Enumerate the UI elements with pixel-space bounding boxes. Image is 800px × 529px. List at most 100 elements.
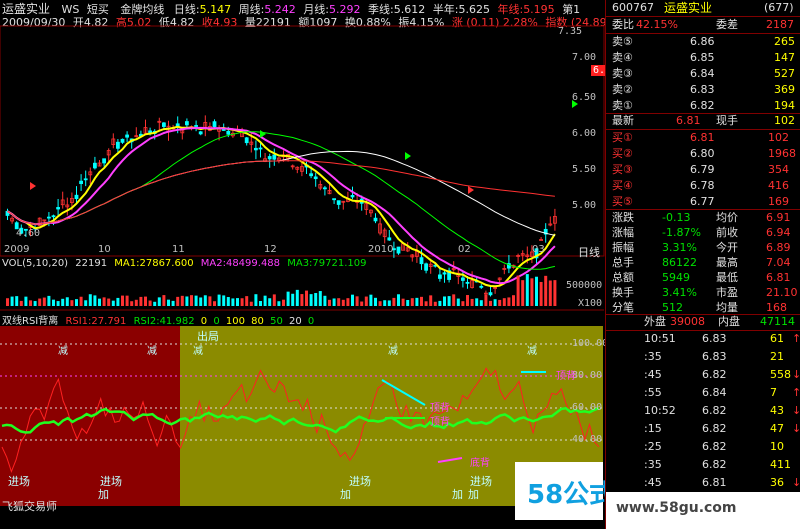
volume-bar (70, 300, 74, 306)
candle-body (93, 162, 97, 169)
volume-bar (507, 297, 511, 306)
candle-body (419, 257, 424, 265)
ask-row: 卖⑤ 6.86 265 (606, 34, 800, 50)
x-tick: 2009 (4, 244, 30, 255)
stat-label-2: 前收 (716, 226, 738, 239)
stat-row: 振幅 3.31% 今开 6.89 (606, 240, 800, 256)
rsi1-value: RSI1:27.791 (65, 316, 127, 327)
tick-arrow: ↑ (792, 386, 800, 399)
volume-bar (332, 298, 336, 306)
bid-row: 买④ 6.78 416 (606, 178, 800, 194)
bid-vol: 169 (768, 195, 789, 208)
x-tick: 12 (264, 244, 277, 255)
x-tick: 10 (98, 244, 111, 255)
ask-price: 6.85 (690, 51, 715, 64)
ask-price: 6.86 (690, 35, 715, 48)
stat-label-2: 最高 (716, 256, 738, 269)
price-tick: 6.50 (572, 92, 597, 103)
volume-bar (65, 297, 69, 306)
tick-row: 10:52 6.82 43 ↓ (606, 403, 800, 419)
waipan-value: 39008 (670, 315, 705, 328)
candle-body (396, 246, 401, 254)
volume-bar (116, 297, 120, 306)
tick-row: :45 6.81 36 ↓ (606, 475, 800, 491)
volume-bar (553, 280, 557, 306)
volume-bar (341, 299, 345, 306)
bid-label: 买④ (612, 179, 633, 192)
candle-body (226, 130, 231, 135)
bid-row: 买① 6.81 102 (606, 130, 800, 146)
volume-bar (88, 294, 92, 306)
volume-bar (401, 298, 405, 306)
tick-row: :35 6.82 411 (606, 457, 800, 473)
volume-bar (406, 300, 410, 306)
candle-body (272, 154, 277, 160)
volume-bar (240, 298, 244, 306)
volume-bar (29, 300, 32, 306)
price-tick: 5.50 (572, 164, 597, 175)
candle-body (102, 158, 106, 164)
volume-bar (300, 294, 304, 306)
weicha-label: 委差 (716, 18, 738, 31)
volume-bar (305, 290, 308, 306)
reduce-marker-5: 减 (527, 346, 537, 357)
stat-value: -1.87% (662, 226, 701, 239)
tick-vol: 43 (770, 404, 784, 417)
rsi-title[interactable]: 双线RSI背离 (2, 316, 58, 327)
candle-body (120, 138, 125, 143)
rsi-v80: 80 (251, 316, 264, 327)
volume-bar (374, 297, 377, 306)
period-label[interactable]: 日线 (578, 244, 600, 260)
x-tick: 2010 (368, 244, 394, 255)
vol-axis-unit: X100 (578, 298, 603, 309)
tick-vol: 61 (770, 332, 784, 345)
bid-vol: 102 (768, 131, 789, 144)
stat-label: 总手 (612, 256, 634, 269)
bid-price: 6.78 (690, 179, 715, 192)
bid-vol: 416 (768, 179, 789, 192)
tick-row: :25 6.82 10 (606, 439, 800, 455)
volume-bar (438, 300, 442, 306)
high-annotation: 7.35 (558, 26, 583, 37)
add-marker-2: 加 (340, 488, 351, 501)
volume-bar (190, 295, 193, 306)
stat-row: 总手 86122 最高 7.04 (606, 255, 800, 271)
candle-body (198, 131, 203, 135)
ask-vol: 194 (774, 99, 795, 112)
volume-bar (84, 300, 88, 306)
volume-bar (415, 297, 419, 306)
vol-axis-top: 500000 (566, 280, 603, 291)
waipan-row: 外盘 39008 内盘 47114 (606, 314, 800, 330)
candle-body (322, 187, 327, 190)
candle-body (51, 215, 56, 218)
volume-bar (176, 296, 180, 306)
volume-bar (493, 299, 497, 306)
x-tick: 03 (532, 244, 545, 255)
candle-body (79, 180, 83, 185)
ask-row: 卖① 6.82 194 (606, 98, 800, 114)
volume-header: VOL(5,10,20) 22191 MA1:27867.600 MA2:484… (2, 258, 367, 269)
stat-label-2: 今开 (716, 241, 738, 254)
volume-bar (548, 280, 552, 306)
volume-bar (461, 301, 465, 306)
vol-label: VOL(5,10,20) (2, 258, 69, 269)
bid-price: 6.77 (690, 195, 715, 208)
weicha-value: 2187 (766, 18, 794, 31)
tick-row: :35 6.83 21 (606, 349, 800, 365)
volume-bar (387, 300, 391, 306)
volume-bar (420, 296, 423, 306)
volume-bar (346, 298, 350, 306)
volume-bar (502, 298, 506, 306)
chart-area[interactable]: 运盛实业 WS 短买 金牌均线 日线:5.147 周线:5.242 月线:5.2… (0, 0, 641, 529)
latest-label: 最新 (612, 114, 634, 127)
latest-value: 6.81 (676, 114, 701, 127)
volume-bar (148, 300, 152, 306)
candle-body (244, 137, 249, 144)
candle-body (125, 134, 129, 138)
volume-bar (397, 294, 400, 306)
tick-arrow: ↓ (792, 476, 800, 489)
reduce-marker-1: 减 (58, 346, 68, 357)
weibi-value: 42.15% (636, 18, 678, 31)
tick-time: :45 (644, 368, 662, 381)
rsi-v0b: 0 (213, 316, 220, 327)
